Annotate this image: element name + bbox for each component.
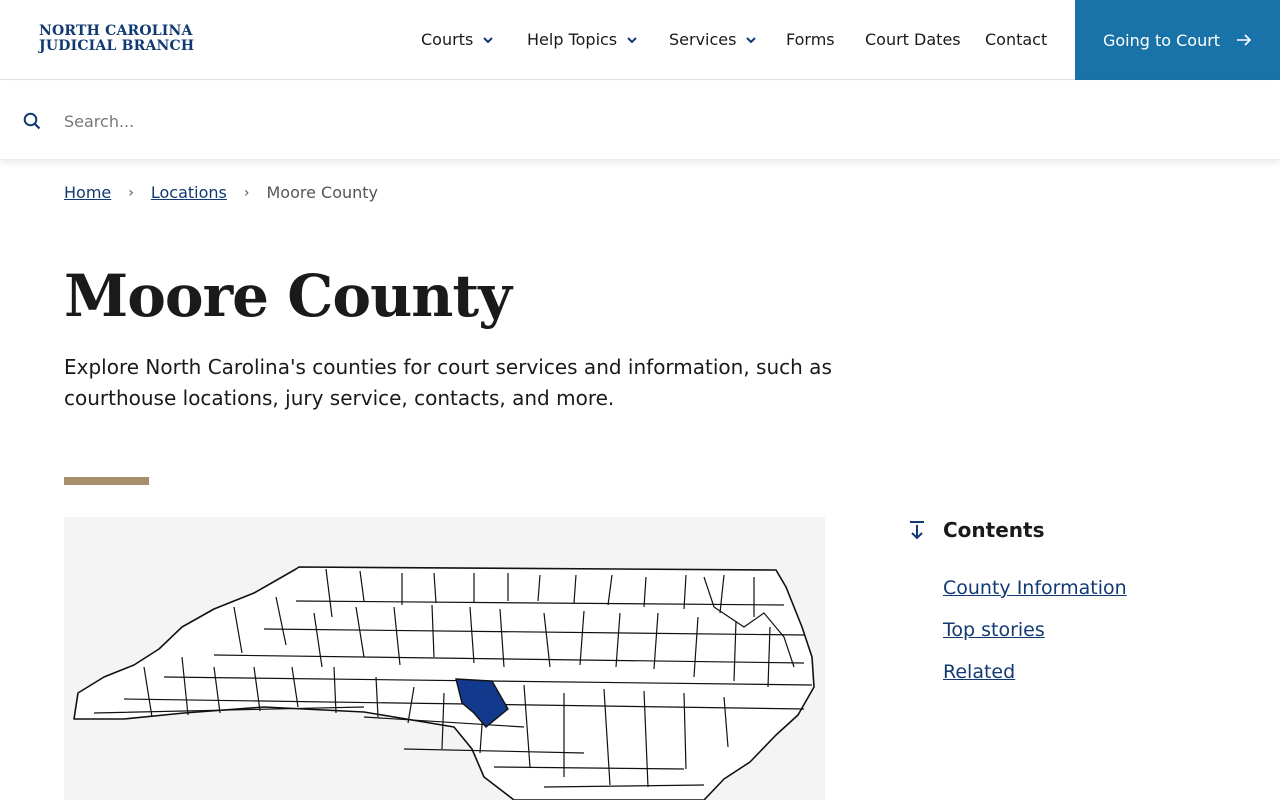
chevron-down-icon bbox=[746, 36, 757, 43]
search-bar bbox=[0, 81, 1280, 160]
county-map bbox=[64, 517, 825, 800]
logo-line-1: NORTH CAROLINA bbox=[39, 23, 193, 39]
nav-services-label: Services bbox=[669, 30, 737, 49]
table-of-contents: Contents County Information Top stories … bbox=[908, 518, 1238, 703]
breadcrumb-locations[interactable]: Locations bbox=[151, 183, 227, 202]
list-item: Top stories bbox=[943, 619, 1238, 641]
chevron-down-icon bbox=[627, 36, 637, 43]
nav-services[interactable]: Services bbox=[669, 30, 758, 49]
contents-list: County Information Top stories Related bbox=[943, 577, 1238, 683]
nav-contact-label: Contact bbox=[985, 30, 1048, 49]
nav-court-dates[interactable]: Court Dates bbox=[865, 30, 961, 49]
page-intro: Explore North Carolina's counties for co… bbox=[64, 355, 832, 410]
nav-help-topics[interactable]: Help Topics bbox=[527, 30, 639, 49]
nav-forms[interactable]: Forms bbox=[786, 30, 835, 49]
site-header: NORTH CAROLINA JUDICIAL BRANCH Courts He… bbox=[0, 0, 1280, 80]
nav-help-topics-label: Help Topics bbox=[527, 30, 618, 49]
list-item: Related bbox=[943, 661, 1238, 683]
arrow-right-icon bbox=[1237, 34, 1252, 46]
nav-courts-label: Courts bbox=[421, 30, 474, 49]
breadcrumb: Home › Locations › Moore County bbox=[64, 183, 378, 202]
contents-heading: Contents bbox=[908, 518, 1238, 542]
going-to-court-button[interactable]: Going to Court bbox=[1075, 0, 1280, 80]
breadcrumb-separator-icon: › bbox=[128, 184, 134, 201]
breadcrumb-current: Moore County bbox=[266, 183, 379, 202]
logo-line-2: JUDICIAL BRANCH bbox=[39, 38, 195, 54]
chevron-down-icon bbox=[483, 36, 494, 43]
contents-link-related[interactable]: Related bbox=[943, 661, 1015, 683]
site-logo[interactable]: NORTH CAROLINA JUDICIAL BRANCH bbox=[39, 24, 194, 54]
nav-forms-label: Forms bbox=[786, 30, 835, 49]
nav-contact[interactable]: Contact bbox=[985, 30, 1047, 49]
list-item: County Information bbox=[943, 577, 1238, 599]
breadcrumb-home[interactable]: Home bbox=[64, 183, 111, 202]
nav-court-dates-label: Court Dates bbox=[865, 30, 961, 49]
arrow-down-to-line-icon bbox=[910, 521, 924, 540]
going-to-court-label: Going to Court bbox=[1102, 30, 1221, 50]
accent-rule bbox=[64, 477, 149, 485]
nav-courts[interactable]: Courts bbox=[421, 30, 495, 49]
contents-link-top-stories[interactable]: Top stories bbox=[943, 619, 1045, 641]
nc-county-map-graphic bbox=[73, 566, 815, 800]
contents-link-county-information[interactable]: County Information bbox=[943, 577, 1127, 599]
contents-heading-label: Contents bbox=[943, 518, 1045, 542]
breadcrumb-separator-icon: › bbox=[243, 184, 250, 201]
page-title: Moore County bbox=[64, 262, 512, 330]
search-input[interactable] bbox=[64, 107, 1244, 135]
search-icon[interactable] bbox=[23, 112, 41, 130]
